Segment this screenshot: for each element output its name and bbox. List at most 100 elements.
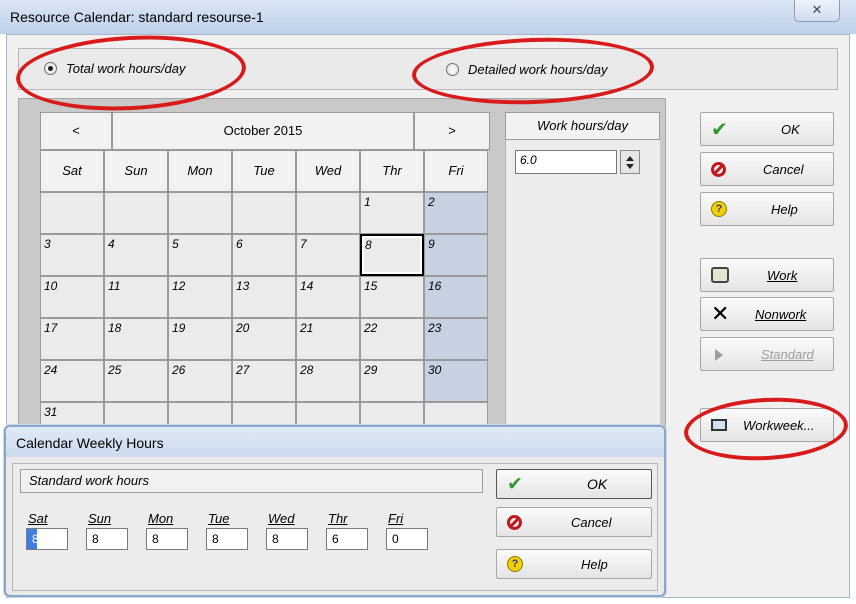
day-number: 25 — [108, 363, 122, 377]
window-titlebar: Resource Calendar: standard resourse-1 ✕ — [0, 0, 856, 34]
dialog-title: Calendar Weekly Hours — [16, 435, 164, 451]
nonwork-button[interactable]: ✕ Nonwork — [700, 297, 834, 331]
day-number: 2 — [428, 195, 435, 209]
day-number: 26 — [172, 363, 186, 377]
day-number: 23 — [428, 321, 442, 335]
cancel-icon — [507, 515, 522, 530]
calendar-day-30[interactable]: 30 — [424, 360, 488, 402]
weekly-hours-input-tue[interactable]: 8 — [206, 528, 248, 550]
calendar-day-9[interactable]: 9 — [424, 234, 488, 276]
calendar-day-15[interactable]: 15 — [360, 276, 424, 318]
weekly-day-label-tue: Tue — [208, 511, 230, 526]
weekly-hours-input-thr[interactable]: 6 — [326, 528, 368, 550]
spin-down-icon[interactable] — [626, 164, 634, 169]
help-button[interactable]: ? Help — [700, 192, 834, 226]
spin-up-icon[interactable] — [626, 156, 634, 161]
dialog-ok-button[interactable]: ✔ OK — [496, 469, 652, 499]
weekly-day-label-thr: Thr — [328, 511, 348, 526]
calendar-day-4[interactable]: 4 — [104, 234, 168, 276]
day-number: 9 — [428, 237, 435, 251]
day-header-wed: Wed — [296, 150, 360, 192]
day-number: 18 — [108, 321, 122, 335]
calendar-day-12[interactable]: 12 — [168, 276, 232, 318]
prev-month-label: < — [72, 123, 80, 138]
calendar-day-25[interactable]: 25 — [104, 360, 168, 402]
day-number: 15 — [364, 279, 378, 293]
calendar-day-21[interactable]: 21 — [296, 318, 360, 360]
day-header-sat: Sat — [40, 150, 104, 192]
calendar-day-23[interactable]: 23 — [424, 318, 488, 360]
calendar-day-18[interactable]: 18 — [104, 318, 168, 360]
work-icon — [711, 267, 729, 283]
calendar-day-19[interactable]: 19 — [168, 318, 232, 360]
work-hours-spinner[interactable] — [620, 150, 640, 174]
calendar-day-10[interactable]: 10 — [40, 276, 104, 318]
day-number: 21 — [300, 321, 314, 335]
standard-button[interactable]: Standard — [700, 337, 834, 371]
next-month-button[interactable]: > — [414, 112, 490, 150]
cancel-label: Cancel — [763, 162, 804, 177]
dialog-cancel-button[interactable]: Cancel — [496, 507, 652, 537]
day-number: 13 — [236, 279, 250, 293]
standard-hours-header: Standard work hours — [20, 469, 483, 493]
month-label: October 2015 — [112, 112, 414, 150]
weekly-day-label-wed: Wed — [268, 511, 295, 526]
calendar-day-22[interactable]: 22 — [360, 318, 424, 360]
calendar-day-13[interactable]: 13 — [232, 276, 296, 318]
help-icon: ? — [711, 201, 727, 217]
weekly-hours-input-sat[interactable]: 8 — [26, 528, 68, 550]
dialog-help-label: Help — [581, 557, 608, 572]
next-month-label: > — [448, 123, 456, 138]
check-icon: ✔ — [507, 474, 523, 495]
work-hours-input[interactable]: 6.0 — [515, 150, 617, 174]
calendar-day-26[interactable]: 26 — [168, 360, 232, 402]
calendar-day-27[interactable]: 27 — [232, 360, 296, 402]
dialog-help-button[interactable]: ? Help — [496, 549, 652, 579]
calendar-day-24[interactable]: 24 — [40, 360, 104, 402]
day-number: 27 — [236, 363, 250, 377]
calendar-day-6[interactable]: 6 — [232, 234, 296, 276]
day-number: 30 — [428, 363, 442, 377]
calendar-day-1[interactable]: 1 — [360, 192, 424, 234]
day-number: 24 — [44, 363, 58, 377]
weekly-day-label-sat: Sat — [28, 511, 48, 526]
work-label: Work — [767, 268, 798, 283]
day-number: 4 — [108, 237, 115, 251]
calendar-day-empty — [168, 192, 232, 234]
play-icon — [715, 349, 723, 361]
dialog-cancel-label: Cancel — [571, 515, 612, 530]
calendar-day-28[interactable]: 28 — [296, 360, 360, 402]
weekly-hours-input-wed[interactable]: 8 — [266, 528, 308, 550]
day-number: 17 — [44, 321, 58, 335]
calendar-day-14[interactable]: 14 — [296, 276, 360, 318]
calendar-day-5[interactable]: 5 — [168, 234, 232, 276]
weekly-hours-input-fri[interactable]: 0 — [386, 528, 428, 550]
calendar-day-empty — [40, 192, 104, 234]
weekly-day-label-mon: Mon — [148, 511, 174, 526]
prev-month-button[interactable]: < — [40, 112, 112, 150]
calendar-day-11[interactable]: 11 — [104, 276, 168, 318]
calendar-day-20[interactable]: 20 — [232, 318, 296, 360]
day-number: 5 — [172, 237, 179, 251]
weekly-hours-dialog: Calendar Weekly Hours Standard work hour… — [4, 425, 666, 597]
ok-button[interactable]: ✔ OK — [700, 112, 834, 146]
calendar-day-7[interactable]: 7 — [296, 234, 360, 276]
day-number: 31 — [44, 405, 58, 419]
calendar-day-16[interactable]: 16 — [424, 276, 488, 318]
day-number: 11 — [108, 279, 121, 293]
weekly-hours-input-sun[interactable]: 8 — [86, 528, 128, 550]
day-number: 8 — [365, 238, 372, 252]
calendar-day-3[interactable]: 3 — [40, 234, 104, 276]
calendar-day-2[interactable]: 2 — [424, 192, 488, 234]
calendar-day-29[interactable]: 29 — [360, 360, 424, 402]
day-header-mon: Mon — [168, 150, 232, 192]
close-button[interactable]: ✕ — [794, 0, 840, 22]
calendar-day-8[interactable]: 8 — [360, 234, 424, 276]
day-number: 1 — [364, 195, 371, 209]
day-number: 19 — [172, 321, 186, 335]
calendar-day-17[interactable]: 17 — [40, 318, 104, 360]
cancel-button[interactable]: Cancel — [700, 152, 834, 186]
cancel-icon — [711, 162, 726, 177]
work-button[interactable]: Work — [700, 258, 834, 292]
weekly-hours-input-mon[interactable]: 8 — [146, 528, 188, 550]
